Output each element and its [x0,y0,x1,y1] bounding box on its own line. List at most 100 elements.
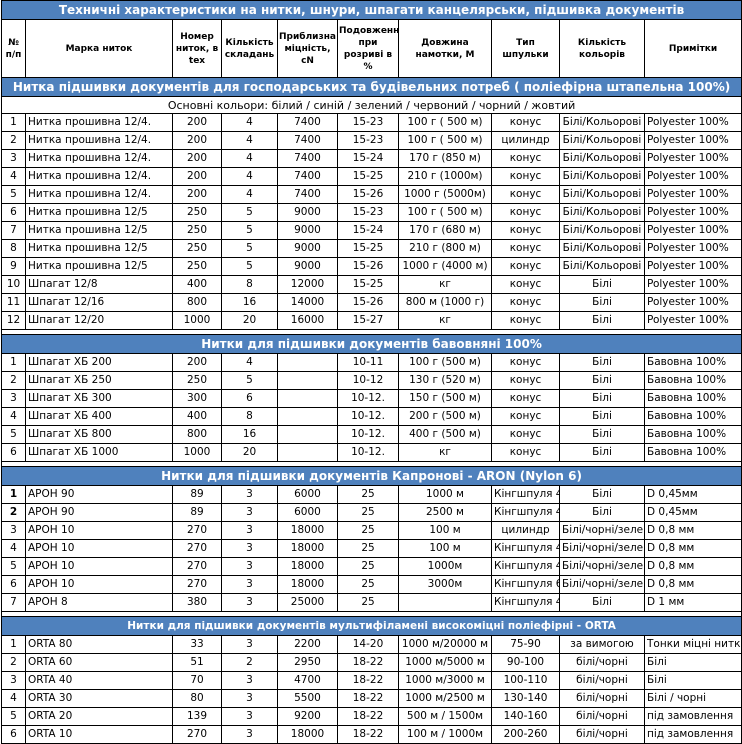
table-row: 5 Нитка прошивна 12/4. 200 4 7400 15-26 1000 г… [1,185,742,204]
table-cell: 3 [221,593,278,612]
table-cell: 3000м [398,575,492,594]
table-cell: 20 [221,443,278,462]
table-cell: 15-24 [337,149,399,168]
table-cell: Білі/Кольорові [559,131,645,150]
table-cell: Шпагат ХБ 250 [25,371,173,390]
table-cell: Нитка прошивна 12/5 [25,257,173,276]
table-cell: 200 [172,353,222,372]
table-cell: за вимогою [559,635,645,654]
table-row: 7АРОН 838032500025 Кінгшпуля 4"БіліD 1 мм [1,593,742,612]
table-cell: 10-12. [337,407,399,426]
table-cell: 5 [1,557,26,576]
table-cell: конус [491,149,560,168]
table-cell: АРОН 10 [25,539,173,558]
table-cell: 3 [221,689,278,708]
header-cell: Довжина намотки, М [398,19,492,78]
section-note-row: Основні кольори: білий / синій / зелений… [0,96,742,114]
table-cell: 4 [1,167,26,186]
table-cell: Білі [559,407,645,426]
table-row: 10 Шпагат 12/8 400 8 12000 15-25 кг конус Білі Po… [1,275,742,294]
table-cell: Шпагат ХБ 200 [25,353,173,372]
table-cell: Білі [559,425,645,444]
table-cell: 3 [221,485,278,504]
table-row: 5 ORTA 20 139 3 9200 18-22 500 м / 1500м 140-16… [1,707,742,726]
table-cell: D 0,8 мм [643,557,742,576]
table-cell: Білі/Кольорові [559,185,645,204]
table-row: 2 ORTA 60 51 2 2950 18-22 1000 м/5000 м 90-100 б… [1,653,742,672]
table-row: 2 Нитка прошивна 12/4. 200 4 7400 15-23 100 г … [1,131,742,150]
table-cell: АРОН 10 [25,557,173,576]
table-row: 1 Шпагат ХБ 200 200 4 10-11 100 г (500 м) кону… [1,353,742,372]
table-cell: 200 г (500 м) [398,407,492,426]
table-cell: Нитка прошивна 12/4. [25,185,173,204]
table-cell: Polyester 100% [643,131,742,150]
table-row: 5АРОН 10270318000251000мКінгшпуля 4"Білі… [1,557,742,576]
table-row: 3 Шпагат ХБ 300 300 6 10-12. 150 г (500 м) кон… [1,389,742,408]
table-row: 2 Шпагат ХБ 250 250 5 10-12 130 г (520 м) кону… [1,371,742,390]
table-row: 1 ORTA 80 33 3 2200 14-20 1000 м/20000 м 75-90 з… [1,635,742,654]
table-cell: Бавовна 100% [643,443,742,462]
table-cell: 250 [172,239,222,258]
table-cell: 1 [1,353,26,372]
table-cell: білі/чорні [559,671,645,690]
table-cell: 25 [337,485,399,504]
table-cell: Білі [559,443,645,462]
table-cell: Шпагат ХБ 300 [25,389,173,408]
table-cell: 3 [221,671,278,690]
table-cell: 4 [221,131,278,150]
table-row: 3 ORTA 40 70 3 4700 18-22 1000 м/3000 м 100-110… [1,671,742,690]
table-cell: Нитка прошивна 12/4. [25,113,173,132]
header-cell: Кількість кольорів [559,19,645,78]
table-cell: Білі/Кольорові [559,257,645,276]
table-row: 1 Нитка прошивна 12/4. 200 4 7400 15-23 100 г … [1,113,742,132]
table-cell: 18000 [277,557,338,576]
table-cell: 5500 [277,689,338,708]
table-cell: 6 [1,725,26,744]
table-cell: ORTA 80 [25,635,173,654]
table-cell: 1000 м/5000 м [398,653,492,672]
section-header-row: Нитки для підшивки документів Капронові … [0,466,742,486]
table-cell: 15-26 [337,293,399,312]
table-cell: Нитка прошивна 12/5 [25,203,173,222]
table-cell: 4 [221,149,278,168]
table-cell: 7 [1,593,26,612]
table-cell: білі/чорні [559,653,645,672]
table-cell: 1000 г (4000 м) [398,257,492,276]
table-cell: 250 [172,203,222,222]
table-cell: 270 [172,521,222,540]
header-cell: № п/п [1,19,26,78]
table-cell: 3 [1,149,26,168]
table-cell: 25 [337,539,399,558]
table-cell: Білі [559,293,645,312]
table-cell: 400 г (500 м) [398,425,492,444]
table-cell: 5 [221,221,278,240]
table-cell: Polyester 100% [643,149,742,168]
table-cell: 270 [172,725,222,744]
table-cell: 18-22 [337,653,399,672]
table-cell: 1 [1,113,26,132]
table-cell: 3 [221,575,278,594]
table-cell [277,443,338,462]
table-cell: 15-24 [337,221,399,240]
table-cell: 4 [221,113,278,132]
table-cell: ORTA 10 [25,725,173,744]
table-cell: 7 [1,221,26,240]
table-row: 4 Нитка прошивна 12/4. 200 4 7400 15-25 210 г … [1,167,742,186]
table-cell: 1000 г (5000м) [398,185,492,204]
table-cell: 130-140 [491,689,560,708]
table-cell: конус [491,239,560,258]
table-cell: 250 [172,257,222,276]
table-cell: 6 [1,443,26,462]
table-row: 6АРОН 10270318000253000мКінгшпуля 6"Білі… [1,575,742,594]
table-row: 9 Нитка прошивна 12/5 250 5 9000 15-26 1000 г … [1,257,742,276]
table-cell: Білі/чорні/зелені [559,521,645,540]
table-cell: 4 [221,167,278,186]
table-cell: білі/чорні [559,689,645,708]
table-cell: 270 [172,575,222,594]
table-cell: 300 [172,389,222,408]
table-cell: Polyester 100% [643,293,742,312]
header-cell: Приблизна міцність, cN [277,19,338,78]
table-cell: 25 [337,503,399,522]
table-cell [277,407,338,426]
table-cell: Білі/чорні/зелені [559,557,645,576]
